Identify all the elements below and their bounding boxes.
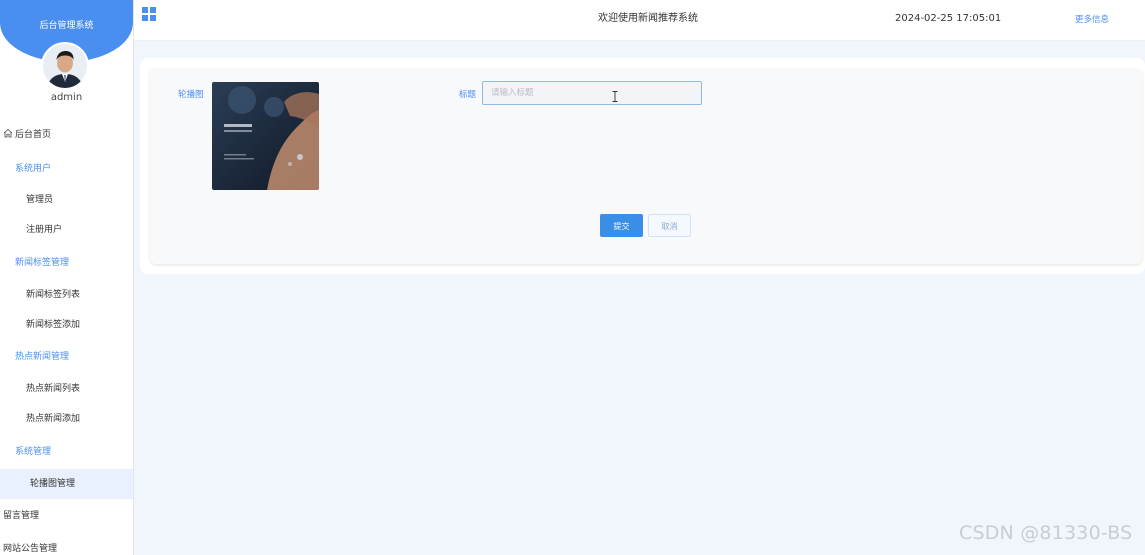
sidebar-item-label: 网站公告管理 (3, 544, 58, 554)
sidebar-item-news-tag-add[interactable]: 新闻标签添加 (0, 311, 133, 339)
sidebar-item-label: 新闻标签列表 (26, 290, 81, 300)
sidebar: 后台管理系统 admin 后台首页 系统用户 管理员 注册用户 新闻标签管理 新… (0, 0, 134, 555)
sidebar-item-carousel-management[interactable]: 轮播图管理 (0, 469, 133, 499)
sidebar-group-system-users[interactable]: 系统用户 (0, 155, 133, 183)
page-title: 欢迎使用新闻推荐系统 (598, 13, 698, 24)
header-datetime: 2024-02-25 17:05:01 (895, 13, 1002, 24)
sidebar-item-hot-news-list[interactable]: 热点新闻列表 (0, 375, 133, 403)
sidebar-group-system-management[interactable]: 系统管理 (0, 438, 133, 466)
sidebar-item-label: 轮播图管理 (30, 479, 76, 489)
sidebar-item-label: 管理员 (26, 195, 54, 205)
sidebar-item-label: 系统管理 (15, 447, 52, 457)
sidebar-item-admins[interactable]: 管理员 (0, 186, 133, 214)
more-info-link[interactable]: 更多信息 (1075, 13, 1109, 25)
system-name: 后台管理系统 (39, 21, 94, 31)
admin-username: admin (50, 92, 83, 103)
sidebar-item-messages[interactable]: 留言管理 (0, 502, 133, 530)
sidebar-item-label: 后台首页 (15, 130, 52, 140)
avatar-image (43, 44, 87, 88)
sidebar-item-news-tag-list[interactable]: 新闻标签列表 (0, 281, 133, 309)
carousel-image-picture (212, 82, 319, 190)
carousel-image[interactable] (212, 82, 319, 190)
sidebar-item-label: 新闻标签管理 (15, 258, 70, 268)
cancel-button[interactable]: 取消 (648, 214, 691, 237)
sidebar-item-label: 热点新闻列表 (26, 384, 81, 394)
home-icon (3, 128, 13, 138)
sidebar-item-label: 留言管理 (3, 511, 40, 521)
avatar[interactable] (41, 42, 89, 90)
grid-icon[interactable] (142, 7, 156, 21)
sidebar-item-home[interactable]: 后台首页 (0, 121, 133, 149)
sidebar-group-news-tags[interactable]: 新闻标签管理 (0, 249, 133, 277)
sidebar-item-site-announcements[interactable]: 网站公告管理 (0, 535, 133, 555)
sidebar-group-hot-news[interactable]: 热点新闻管理 (0, 343, 133, 371)
sidebar-item-label: 系统用户 (15, 164, 52, 174)
sidebar-item-label: 注册用户 (26, 225, 63, 235)
top-header: 欢迎使用新闻推荐系统 2024-02-25 17:05:01 更多信息 (134, 0, 1145, 41)
carousel-label: 轮播图 (178, 90, 204, 100)
sidebar-item-label: 热点新闻添加 (26, 414, 81, 424)
title-input[interactable] (482, 81, 702, 105)
sidebar-item-label: 热点新闻管理 (15, 352, 70, 362)
title-label: 标题 (459, 90, 477, 100)
submit-button[interactable]: 提交 (600, 214, 643, 237)
watermark: CSDN @81330-BS (959, 522, 1133, 544)
sidebar-item-label: 新闻标签添加 (26, 320, 81, 330)
text-cursor-icon (612, 91, 618, 102)
sidebar-item-hot-news-add[interactable]: 热点新闻添加 (0, 405, 133, 433)
sidebar-item-registered-users[interactable]: 注册用户 (0, 216, 133, 244)
